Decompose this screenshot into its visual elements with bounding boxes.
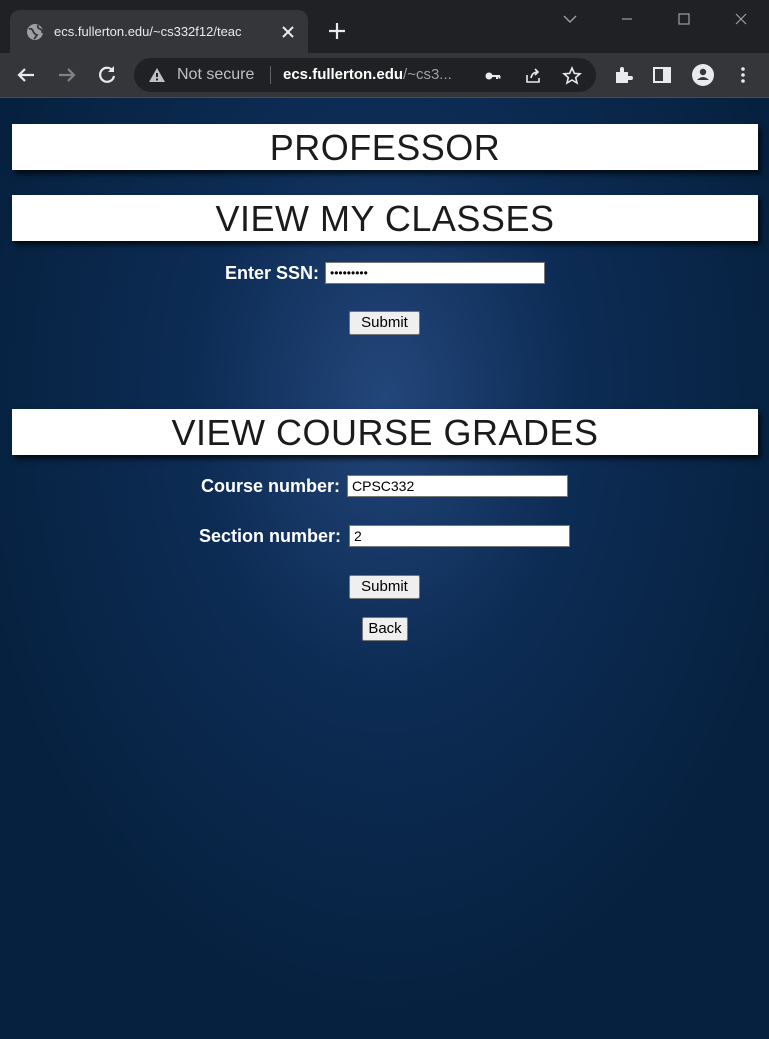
- profile-avatar-icon[interactable]: [691, 63, 715, 87]
- bookmark-star-icon[interactable]: [562, 66, 582, 86]
- browser-tab[interactable]: ecs.fullerton.edu/~cs332f12/teac: [10, 10, 308, 53]
- back-button[interactable]: Back: [362, 617, 408, 641]
- address-bar[interactable]: Not secure ecs.fullerton.edu/~cs3...: [134, 58, 596, 92]
- section-number-input[interactable]: [349, 525, 570, 547]
- more-menu-icon[interactable]: [731, 63, 755, 87]
- view-classes-heading: VIEW MY CLASSES: [12, 195, 758, 241]
- url-text[interactable]: ecs.fullerton.edu/~cs3...: [283, 66, 465, 84]
- course-number-input[interactable]: [347, 475, 568, 497]
- view-grades-heading: VIEW COURSE GRADES: [12, 409, 758, 455]
- side-panel-icon[interactable]: [650, 63, 674, 87]
- page-title: PROFESSOR: [12, 124, 758, 170]
- close-window-icon[interactable]: [721, 6, 761, 32]
- share-icon[interactable]: [523, 66, 543, 86]
- minimize-icon[interactable]: [607, 6, 647, 32]
- view-grades-submit-button[interactable]: Submit: [349, 575, 420, 599]
- back-arrow-icon[interactable]: [14, 63, 38, 87]
- forward-arrow-icon[interactable]: [55, 63, 79, 87]
- close-tab-icon[interactable]: [278, 22, 298, 42]
- course-number-label: Course number:: [201, 476, 341, 496]
- ssn-label: Enter SSN:: [225, 263, 320, 283]
- extensions-puzzle-icon[interactable]: [611, 63, 635, 87]
- page-content: PROFESSOR VIEW MY CLASSES Enter SSN: Sub…: [0, 98, 769, 1039]
- url-host: ecs.fullerton.edu: [283, 66, 404, 83]
- tab-search-chevron-icon[interactable]: [550, 6, 590, 32]
- view-classes-submit-button[interactable]: Submit: [349, 311, 420, 335]
- reload-icon[interactable]: [95, 63, 119, 87]
- address-divider: [270, 66, 271, 84]
- section-number-label: Section number:: [199, 526, 342, 546]
- tab-title: ecs.fullerton.edu/~cs332f12/teac: [54, 24, 242, 39]
- maximize-icon[interactable]: [664, 6, 704, 32]
- new-tab-icon[interactable]: [326, 20, 348, 42]
- key-icon[interactable]: [483, 66, 503, 86]
- security-label[interactable]: Not secure: [177, 66, 254, 84]
- globe-icon: [27, 24, 44, 40]
- warning-icon[interactable]: [148, 67, 166, 83]
- url-path: /~cs3...: [403, 66, 452, 83]
- tab-strip: ecs.fullerton.edu/~cs332f12/teac: [0, 0, 769, 53]
- ssn-input[interactable]: [325, 262, 545, 284]
- browser-toolbar: Not secure ecs.fullerton.edu/~cs3...: [0, 53, 769, 98]
